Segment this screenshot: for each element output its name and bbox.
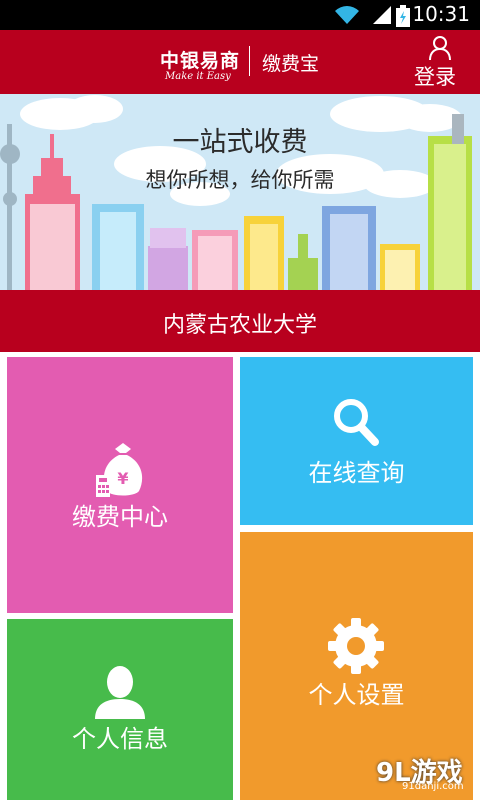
app-title: 缴费宝 <box>262 53 320 75</box>
pay-center-label: 缴费中心 <box>72 503 168 531</box>
watermark-url: 91danji.com <box>402 781 464 792</box>
money-bag-icon: ¥ <box>96 443 143 497</box>
logo-divider <box>249 46 250 76</box>
person-icon <box>95 666 145 719</box>
search-icon <box>334 399 379 446</box>
online-query-label: 在线查询 <box>308 459 405 487</box>
school-name: 内蒙古农业大学 <box>0 300 480 352</box>
personal-settings-label: 个人设置 <box>308 681 405 709</box>
bank-logo-chinese: 中银易商 <box>160 50 241 72</box>
gear-icon <box>328 618 384 674</box>
login-label: 登录 <box>414 65 456 89</box>
user-icon <box>429 36 451 61</box>
wifi-icon <box>335 6 359 24</box>
banner-title: 一站式收费 <box>172 127 308 158</box>
svg-text:¥: ¥ <box>117 469 128 488</box>
battery-icon <box>396 5 410 27</box>
banner-subtitle: 想你所想，给你所需 <box>145 168 335 192</box>
signal-icon <box>373 6 391 24</box>
bank-logo-slogan: Make it Easy <box>165 71 231 82</box>
login-button[interactable]: 登录 <box>412 33 468 89</box>
clock: 10:31 <box>412 2 470 26</box>
status-bar: 10:31 <box>0 0 480 30</box>
online-query-tile[interactable]: 在线查询 <box>240 357 473 525</box>
pay-center-tile[interactable]: ¥ 缴费中心 <box>7 357 233 613</box>
personal-info-tile[interactable]: 个人信息 <box>7 619 233 800</box>
personal-info-label: 个人信息 <box>72 725 168 753</box>
